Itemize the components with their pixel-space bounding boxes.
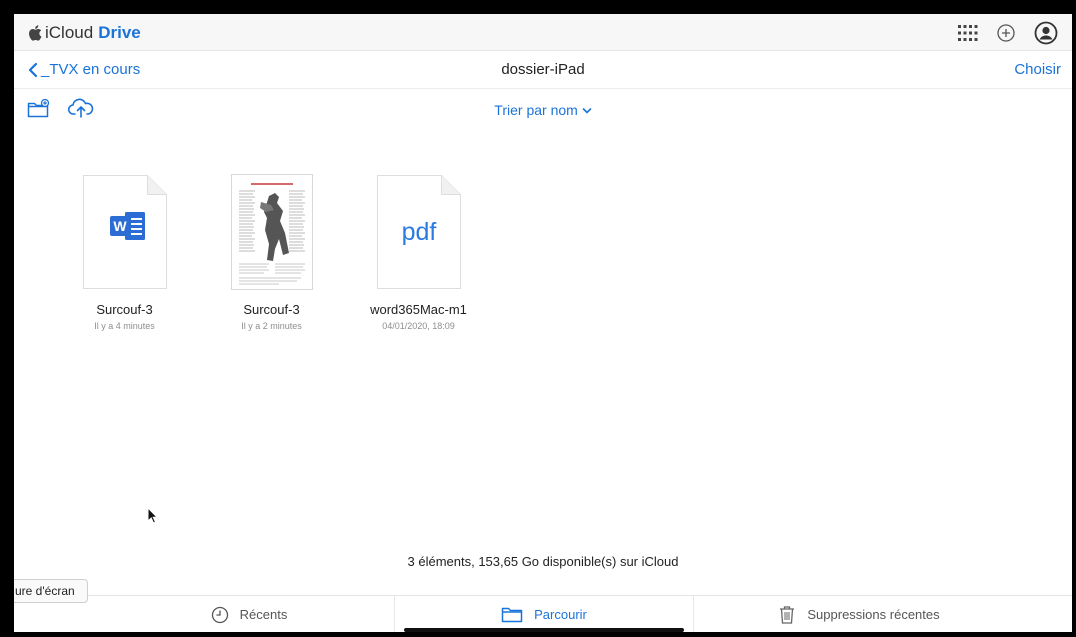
folder-icon <box>501 607 523 622</box>
tab-recents-label: Récents <box>239 607 288 622</box>
word-document-icon: W <box>82 175 167 289</box>
sort-label: Trier par nom <box>494 102 578 118</box>
file-meta: 04/01/2020, 18:09 <box>382 321 455 331</box>
file-grid: W Surcouf-3 Il y a 4 minutes Surcouf-3 I… <box>51 174 492 331</box>
file-name: word365Mac-m1 <box>370 302 467 317</box>
document-preview-thumbnail <box>230 174 313 290</box>
mouse-cursor-icon <box>147 507 159 524</box>
app-title: iCloud Drive <box>28 23 141 43</box>
file-item[interactable]: Surcouf-3 Il y a 2 minutes <box>198 174 345 331</box>
tab-browse-label: Parcourir <box>534 607 587 622</box>
top-icons <box>956 21 1058 45</box>
file-name: Surcouf-3 <box>243 302 300 317</box>
toolbar: Trier par nom <box>14 89 1072 129</box>
file-item[interactable]: W Surcouf-3 Il y a 4 minutes <box>51 174 198 331</box>
nav-bar: _TVX en cours dossier-iPad Choisir <box>14 51 1072 89</box>
apple-logo-icon <box>29 25 42 41</box>
file-item[interactable]: pdf word365Mac-m1 04/01/2020, 18:09 <box>345 174 492 331</box>
app-brand: iCloud <box>45 23 94 42</box>
file-meta: Il y a 2 minutes <box>241 321 302 331</box>
home-indicator <box>404 628 684 632</box>
account-icon[interactable] <box>1034 21 1058 45</box>
tab-browse[interactable]: Parcourir <box>394 596 694 632</box>
storage-info: 3 éléments, 153,65 Go disponible(s) sur … <box>407 554 679 569</box>
sort-by-name-button[interactable]: Trier par nom <box>14 102 1072 118</box>
add-circle-icon[interactable] <box>996 23 1016 43</box>
chevron-down-icon <box>582 108 592 114</box>
tab-bar: Récents Parcourir Suppressions récentes <box>14 595 1072 632</box>
file-meta: Il y a 4 minutes <box>94 321 155 331</box>
clock-icon <box>211 606 228 623</box>
svg-text:W: W <box>113 218 127 234</box>
tab-deleted-label: Suppressions récentes <box>807 607 940 622</box>
tooltip: ure d'écran <box>14 579 88 603</box>
file-name: Surcouf-3 <box>96 302 153 317</box>
tab-recently-deleted[interactable]: Suppressions récentes <box>694 596 1024 632</box>
pdf-document-icon: pdf <box>376 175 461 289</box>
top-bar: iCloud Drive <box>14 14 1072 51</box>
trash-icon <box>780 605 795 624</box>
icloud-drive-window: iCloud Drive _TVX en cours dossier-iPad … <box>14 14 1072 632</box>
pdf-icon-label: pdf <box>401 218 436 246</box>
app-grid-icon[interactable] <box>956 22 978 44</box>
folder-title: dossier-iPad <box>501 61 585 78</box>
choose-button[interactable]: Choisir <box>1014 61 1061 78</box>
app-product: Drive <box>98 23 141 42</box>
